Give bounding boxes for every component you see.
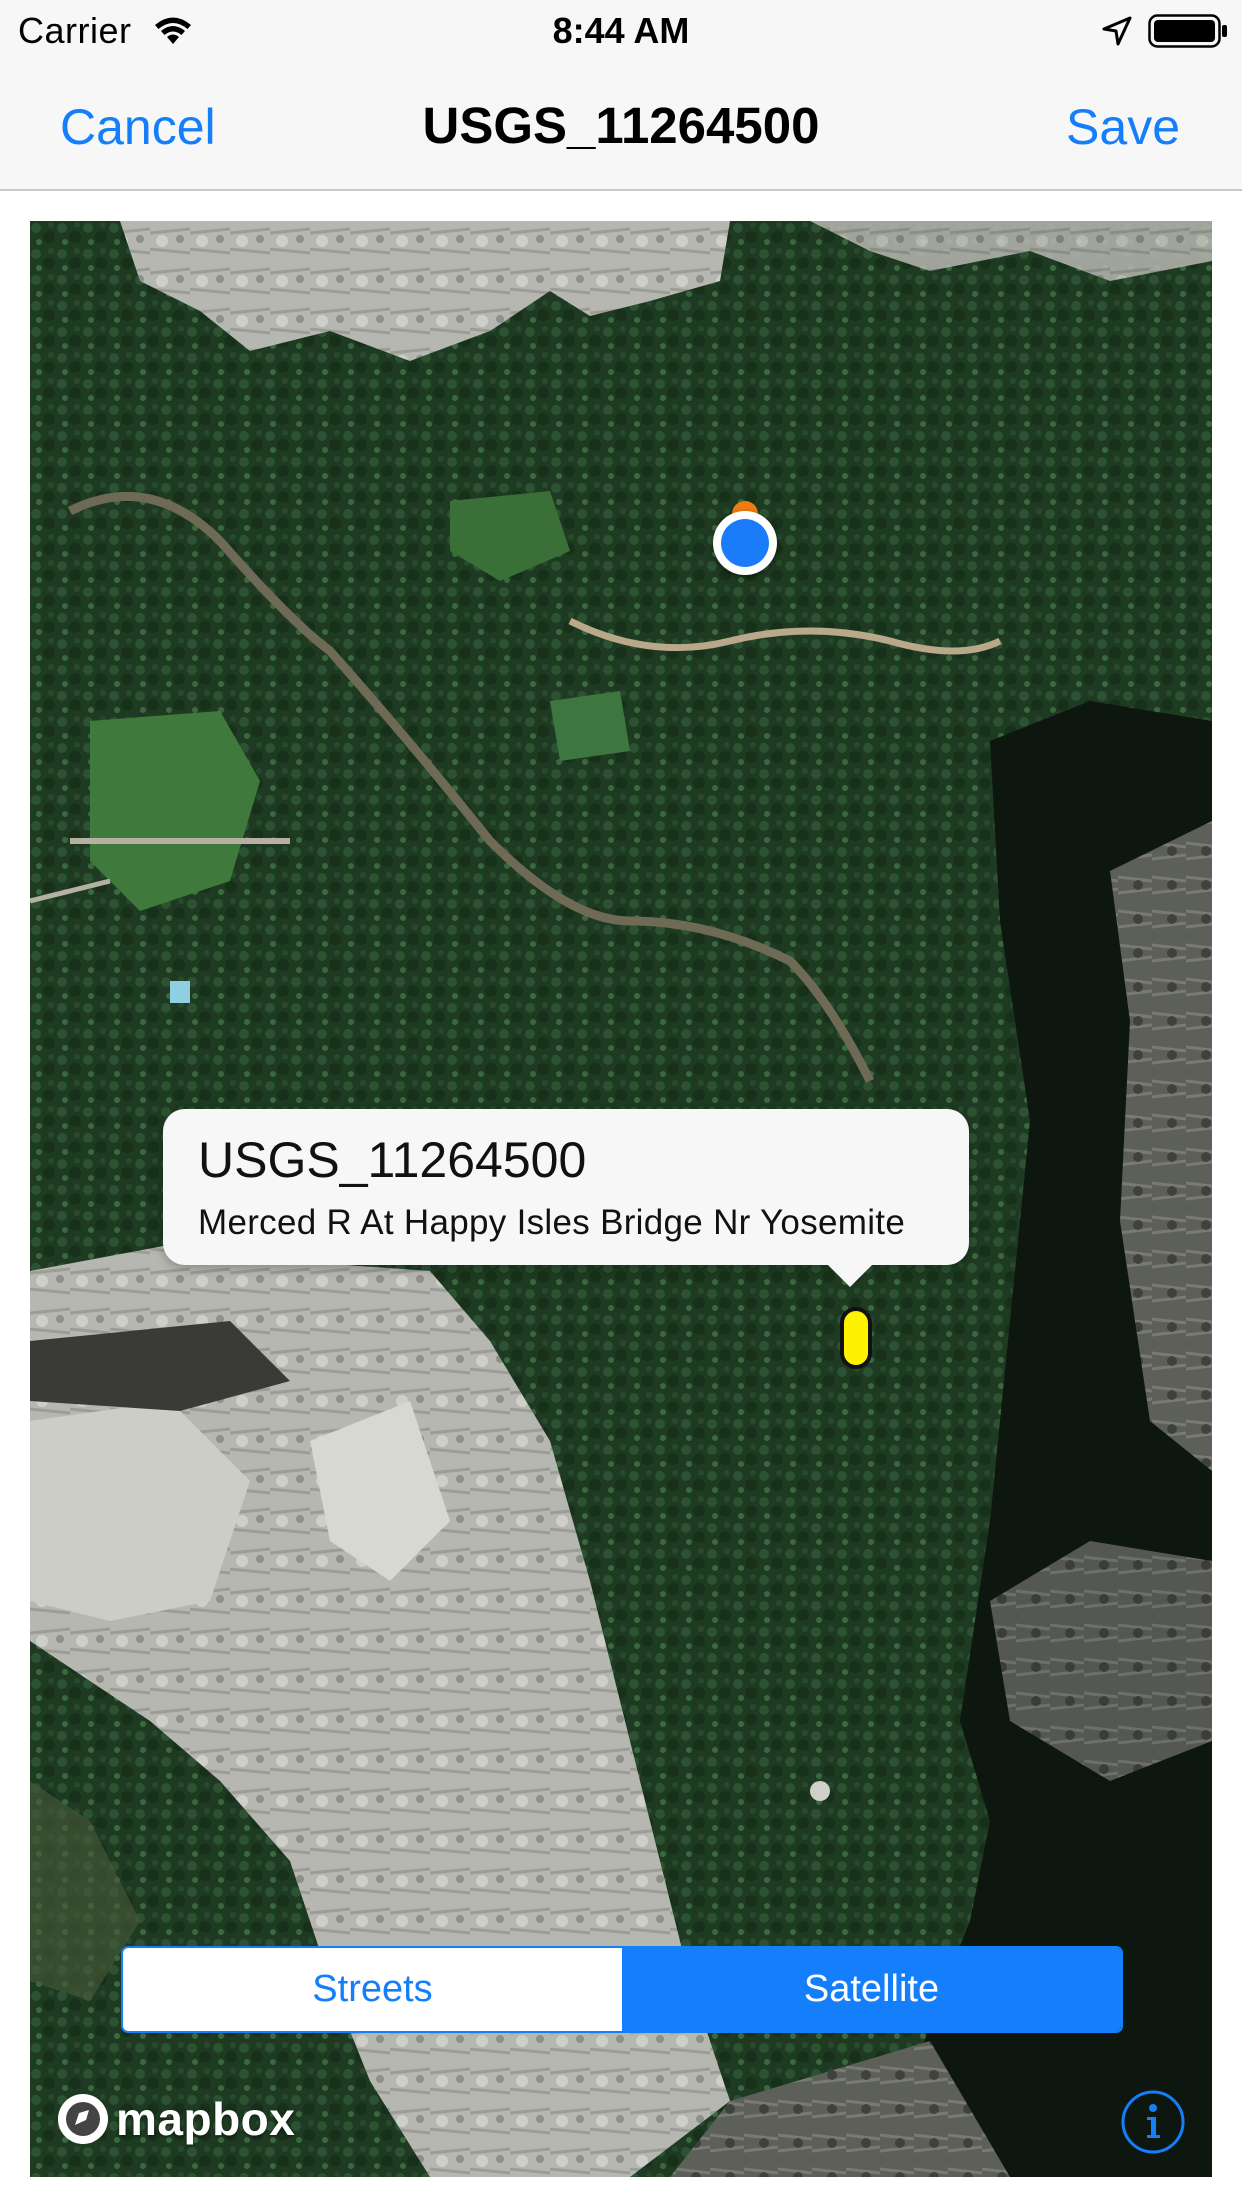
satellite-map[interactable]: USGS_11264500 Merced R At Happy Isles Br… <box>30 221 1212 2177</box>
battery-icon <box>1148 14 1227 48</box>
mapbox-wordmark: mapbox <box>116 2093 296 2145</box>
station-marker[interactable] <box>840 1307 872 1369</box>
mapbox-logo[interactable]: mapbox <box>56 2089 295 2149</box>
segment-streets[interactable]: Streets <box>123 1948 622 2031</box>
info-icon[interactable] <box>1120 2089 1186 2155</box>
navigation-bar: Cancel USGS_11264500 Save <box>0 60 1242 191</box>
station-callout[interactable]: USGS_11264500 Merced R At Happy Isles Br… <box>163 1109 969 1287</box>
save-button[interactable]: Save <box>1066 98 1180 156</box>
segment-satellite[interactable]: Satellite <box>622 1948 1121 2031</box>
user-location-dot <box>721 519 769 567</box>
mapbox-mark-icon <box>58 2094 108 2144</box>
status-bar: Carrier 8:44 AM <box>0 0 1242 60</box>
callout-subtitle: Merced R At Happy Isles Bridge Nr Yosemi… <box>198 1203 906 1242</box>
map-style-switch: Streets Satellite <box>121 1946 1123 2033</box>
cancel-button[interactable]: Cancel <box>60 98 216 156</box>
callout-title: USGS_11264500 <box>198 1132 587 1188</box>
location-arrow-icon <box>1102 16 1132 46</box>
clock: 8:44 AM <box>552 10 690 51</box>
